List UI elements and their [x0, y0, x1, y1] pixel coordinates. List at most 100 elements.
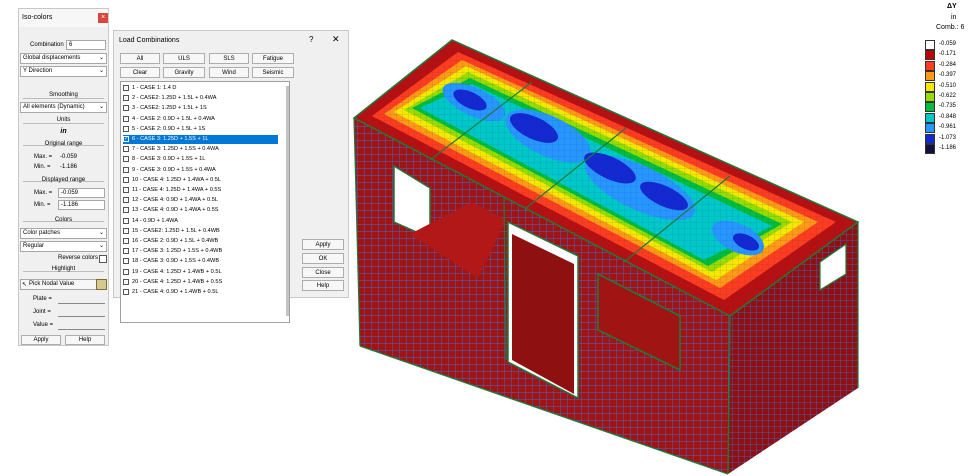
- result-type-select[interactable]: Global displacements ⌄: [20, 53, 107, 64]
- apply-button[interactable]: Apply: [21, 335, 61, 345]
- combination-checkbox[interactable]: [123, 197, 129, 204]
- combination-checkbox[interactable]: [123, 227, 129, 234]
- combination-label: 3 - CASE2: 1.25D + 1.5L + 1S: [132, 105, 207, 112]
- direction-select[interactable]: Y Direction ⌄: [20, 66, 107, 77]
- legend-title: ΔY: [947, 3, 957, 10]
- filter-button-sls[interactable]: SLS: [209, 53, 249, 64]
- combination-row[interactable]: 20 - CASE 4: 1.25D + 1.4WB + 0.5S: [123, 278, 278, 287]
- filter-button-gravity[interactable]: Gravity: [163, 67, 205, 78]
- combination-row[interactable]: 19 - CASE 4: 1.25D + 1.4WB + 0.5L: [123, 268, 278, 277]
- close-icon[interactable]: ✕: [332, 34, 340, 45]
- legend-entry: -1.073: [925, 133, 980, 144]
- combination-checkbox[interactable]: [123, 278, 129, 285]
- combination-checkbox[interactable]: [123, 146, 129, 153]
- combination-checkbox[interactable]: [123, 105, 129, 112]
- combination-row[interactable]: 4 - CASE 2: 0.9D + 1.5L + 0.4WA: [123, 115, 278, 124]
- legend-entry: -0.961: [925, 123, 980, 134]
- colors-scale-value: Regular: [23, 243, 45, 249]
- combination-label: 17 - CASE 3: 1.25D + 1.5S + 0.4WB: [132, 248, 223, 255]
- legend-value: -0.622: [939, 93, 957, 99]
- combination-checkbox[interactable]: [123, 115, 129, 122]
- smoothing-value: All elements (Dynamic): [23, 104, 85, 110]
- help-button[interactable]: Help: [302, 280, 344, 291]
- value-label: Value =: [33, 322, 54, 328]
- filter-button-all[interactable]: All: [120, 53, 160, 64]
- combination-row[interactable]: 21 - CASE 4: 0.9D + 1.4WB + 0.5L: [123, 288, 278, 297]
- pick-nodal-label: Pick Nodal Value: [29, 281, 75, 287]
- combination-checkbox[interactable]: [123, 248, 129, 255]
- combination-checkbox[interactable]: [123, 125, 129, 132]
- combination-row[interactable]: 14 - 0.9D + 1.4WA: [123, 217, 278, 226]
- colors-scale-select[interactable]: Regular ⌄: [20, 241, 107, 252]
- legend-value: -0.059: [939, 41, 957, 47]
- combination-list[interactable]: 1 - CASE 1: 1.4 D 2 - CASE2: 1.25D + 1.5L…: [120, 81, 290, 323]
- filter-button-uls[interactable]: ULS: [163, 53, 205, 64]
- combination-row[interactable]: 1 - CASE 1: 1.4 D: [123, 84, 278, 93]
- combination-checkbox[interactable]: [123, 187, 129, 193]
- combination-checkbox[interactable]: [123, 176, 129, 183]
- combination-row[interactable]: 15 - CASE2: 1.25D + 1.5L + 0.4WB: [123, 227, 278, 236]
- legend-entry: -0.284: [925, 60, 980, 71]
- combination-row[interactable]: 5 - CASE 2: 0.9D + 1.5L + 1S: [123, 125, 278, 134]
- units-value: in: [60, 128, 67, 135]
- combination-row[interactable]: 16 - CASE 2: 0.9D + 1.5L + 0.4WB: [123, 237, 278, 246]
- combination-checkbox[interactable]: [123, 217, 129, 224]
- close-button[interactable]: Close: [302, 267, 344, 278]
- combination-row[interactable]: 17 - CASE 3: 1.25D + 1.5S + 0.4WB: [123, 247, 278, 256]
- filter-button-clear[interactable]: Clear: [120, 67, 160, 78]
- colors-mode-select[interactable]: Color patches ⌄: [20, 228, 107, 239]
- chevron-down-icon: ⌄: [98, 243, 104, 249]
- combination-row[interactable]: 7 - CASE 3: 1.25D + 1.5S + 0.4WA: [123, 145, 278, 154]
- pick-tool-icon[interactable]: [96, 279, 107, 290]
- apply-button[interactable]: Apply: [302, 239, 344, 250]
- list-scrollbar[interactable]: [286, 86, 289, 316]
- combination-checkbox[interactable]: ✓: [123, 136, 129, 142]
- combination-checkbox[interactable]: [123, 238, 129, 244]
- combination-row[interactable]: 12 - CASE 4: 0.9D + 1.4WA + 0.5L: [123, 196, 278, 205]
- combination-field[interactable]: 6: [66, 40, 106, 50]
- combination-row[interactable]: 11 - CASE 4: 1.25D + 1.4WA + 0.5S: [123, 186, 278, 195]
- legend-swatch: [925, 40, 935, 50]
- combination-row[interactable]: ✓ 6 - CASE 3: 1.25D + 1.5S + 1L: [123, 135, 278, 144]
- disp-min-field[interactable]: -1.186: [58, 200, 105, 210]
- filter-button-fatigue[interactable]: Fatigue: [252, 53, 294, 64]
- combination-checkbox[interactable]: [123, 85, 129, 91]
- combination-checkbox[interactable]: [123, 289, 129, 295]
- combination-row[interactable]: 3 - CASE2: 1.25D + 1.5L + 1S: [123, 104, 278, 113]
- combination-checkbox[interactable]: [123, 166, 129, 173]
- smoothing-select[interactable]: All elements (Dynamic) ⌄: [20, 102, 107, 113]
- orig-min-label: Min. =: [34, 164, 51, 170]
- iso-title: Iso-colors: [22, 14, 53, 21]
- combination-checkbox[interactable]: [123, 258, 129, 265]
- chevron-down-icon: ⌄: [98, 68, 104, 74]
- chevron-down-icon: ⌄: [98, 230, 104, 236]
- combination-checkbox[interactable]: [123, 207, 129, 214]
- combination-label: 12 - CASE 4: 0.9D + 1.4WA + 0.5L: [132, 197, 218, 204]
- help-icon[interactable]: ?: [309, 35, 313, 44]
- combination-label: 14 - 0.9D + 1.4WA: [132, 217, 178, 224]
- orig-max-label: Max. =: [34, 154, 53, 160]
- disp-max-field[interactable]: -0.059: [58, 188, 105, 198]
- combination-row[interactable]: 2 - CASE2: 1.25D + 1.5L + 0.4WA: [123, 94, 278, 103]
- highlight-header: Highlight: [51, 266, 76, 272]
- ok-button[interactable]: OK: [302, 253, 344, 264]
- combination-checkbox[interactable]: [123, 268, 129, 275]
- filter-button-seismic[interactable]: Seismic: [252, 67, 294, 78]
- help-button[interactable]: Help: [65, 335, 105, 345]
- iso-close-button[interactable]: ×: [98, 13, 108, 23]
- combination-row[interactable]: 8 - CASE 3: 0.9D + 1.5S + 1L: [123, 155, 278, 164]
- combination-checkbox[interactable]: [123, 156, 129, 163]
- filter-button-wind[interactable]: Wind: [209, 67, 249, 78]
- reverse-colors-checkbox[interactable]: [99, 255, 107, 263]
- combination-row[interactable]: 13 - CASE 4: 0.9D + 1.4WA + 0.5S: [123, 206, 278, 215]
- combination-label: 8 - CASE 3: 0.9D + 1.5S + 1L: [132, 156, 206, 163]
- combination-row[interactable]: 18 - CASE 3: 0.9D + 1.5S + 0.4WB: [123, 257, 278, 266]
- original-range-header: Original range: [44, 141, 83, 147]
- legend-entry: -0.397: [925, 71, 980, 82]
- combination-row[interactable]: 9 - CASE 3: 0.9D + 1.5S + 0.4WA: [123, 166, 278, 175]
- combination-checkbox[interactable]: [123, 95, 129, 102]
- combination-row[interactable]: 10 - CASE 4: 1.25D + 1.4WA + 0.5L: [123, 176, 278, 185]
- pick-nodal-value-button[interactable]: ↖ Pick Nodal Value: [20, 279, 98, 290]
- legend-swatch: [925, 60, 935, 71]
- combination-label: 2 - CASE2: 1.25D + 1.5L + 0.4WA: [132, 95, 217, 102]
